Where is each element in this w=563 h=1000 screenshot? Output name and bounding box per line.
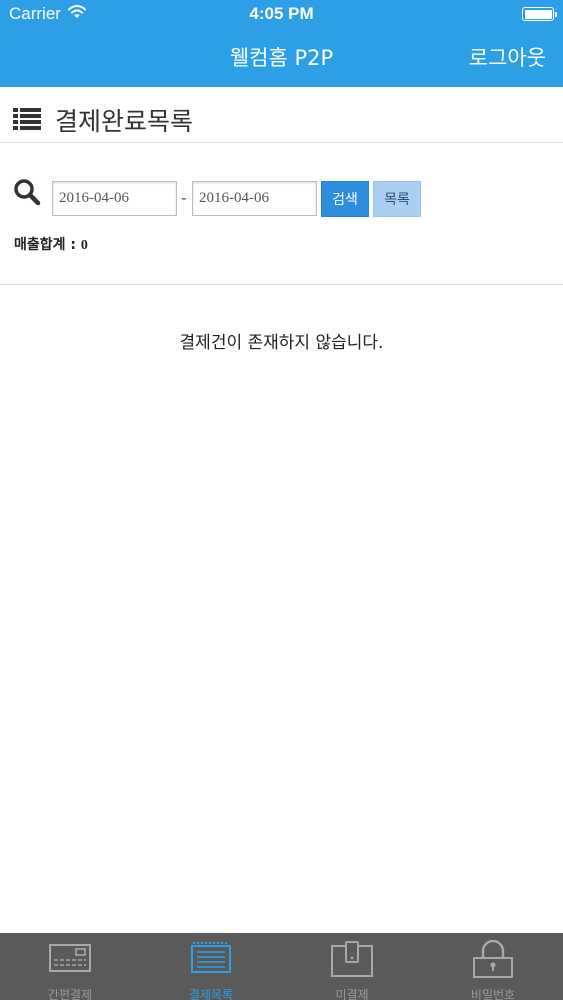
tab-label: 간편결제 <box>47 988 93 1000</box>
tab-label: 미결제 <box>335 988 369 1000</box>
tab-password[interactable]: 비밀번호 <box>423 933 563 1000</box>
empty-state-message: 결제건이 존재하지 않습니다. <box>179 333 384 353</box>
sales-total: 매출합계 : 0 <box>14 234 88 254</box>
search-button[interactable]: 검색 <box>321 181 369 217</box>
start-date-input[interactable]: 2016-04-06 <box>52 181 177 216</box>
card-terminal-icon <box>49 944 91 972</box>
list-button[interactable]: 목록 <box>373 181 421 217</box>
lock-icon <box>473 940 513 978</box>
list-icon <box>13 108 41 130</box>
tab-simple-payment[interactable]: 간편결제 <box>0 933 140 1000</box>
search-icon[interactable] <box>13 178 41 206</box>
date-range-separator: - <box>181 189 187 207</box>
tab-label: 비밀번호 <box>470 988 516 1000</box>
status-bar: Carrier 4:05 PM <box>0 0 563 28</box>
sales-total-label: 매출합계 : <box>14 237 81 253</box>
section-title: 결제완료목록 <box>55 107 194 136</box>
logout-button[interactable]: 로그아웃 <box>469 42 546 72</box>
sales-total-value: 0 <box>80 238 88 253</box>
receipt-list-icon <box>191 942 231 973</box>
app-header: Carrier 4:05 PM 웰컴홈 P2P 로그아웃 <box>0 0 563 87</box>
tablet-icon <box>331 941 373 977</box>
end-date-input[interactable]: 2016-04-06 <box>192 181 317 216</box>
battery-icon <box>522 7 557 21</box>
tab-unpaid[interactable]: 미결제 <box>282 933 422 1000</box>
tab-payment-list[interactable]: 결제목록 <box>141 933 281 1000</box>
status-time: 4:05 PM <box>249 4 314 23</box>
content-divider <box>0 284 563 285</box>
tab-bar: 간편결제 결제목록 미결제 비밀번호 <box>0 933 563 1000</box>
tab-label: 결제목록 <box>188 988 234 1000</box>
